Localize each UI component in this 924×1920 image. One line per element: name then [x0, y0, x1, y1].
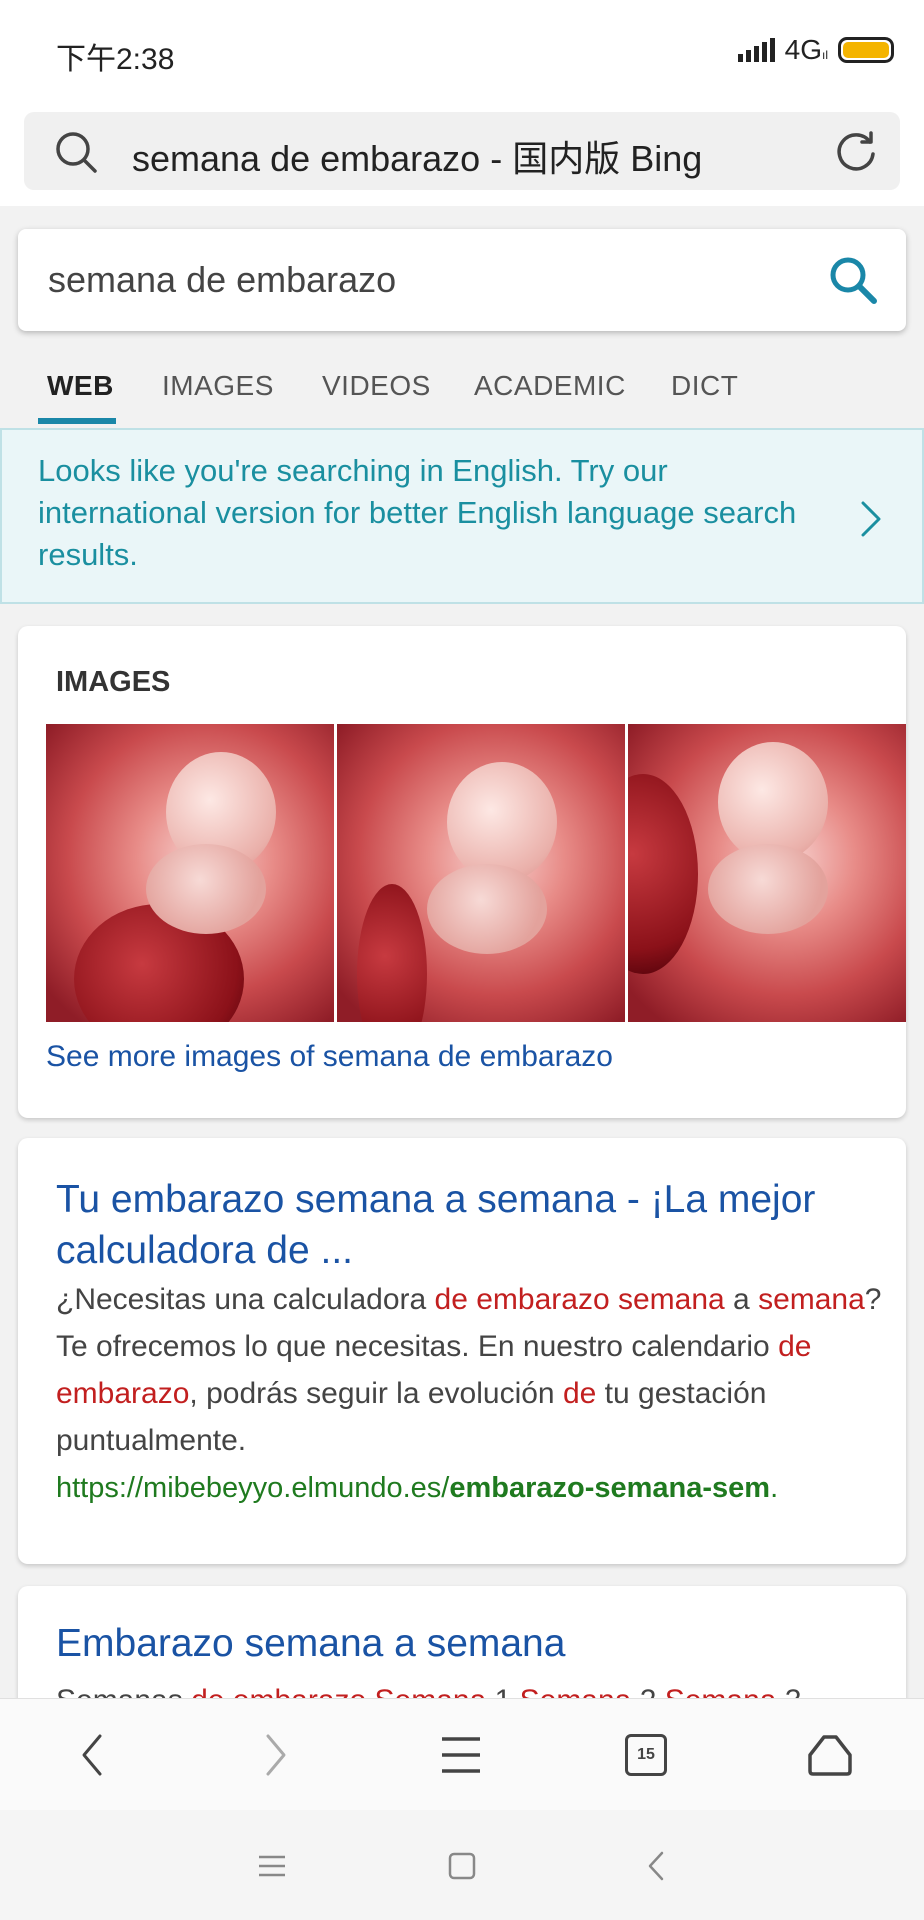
- signal-icon: [737, 38, 775, 62]
- address-bar[interactable]: semana de embarazo - 国内版 Bing: [24, 112, 900, 190]
- active-tab-indicator: [38, 418, 116, 424]
- network-type: 4Gıl: [785, 34, 828, 66]
- battery-icon: [838, 37, 894, 63]
- international-version-notice[interactable]: Looks like you're searching in English. …: [0, 428, 924, 604]
- chevron-left-icon: [82, 1734, 102, 1776]
- url-path: embarazo-semana-sem: [449, 1472, 771, 1504]
- status-bar: 下午2:38 4Gıl: [0, 0, 924, 100]
- search-input[interactable]: semana de embarazo: [48, 259, 396, 301]
- address-text[interactable]: semana de embarazo - 国内版 Bing: [132, 130, 702, 182]
- home-nav-button[interactable]: [442, 1846, 482, 1886]
- image-thumbnail[interactable]: [46, 724, 334, 1022]
- menu-button[interactable]: [431, 1725, 491, 1785]
- snippet-text: a: [724, 1283, 759, 1316]
- home-button[interactable]: [800, 1725, 860, 1785]
- chevron-right-icon: [266, 1734, 286, 1776]
- result-url[interactable]: https://mibebeyyo.elmundo.es/embarazo-se…: [56, 1468, 886, 1508]
- image-thumbnail[interactable]: [337, 724, 625, 1022]
- address-bar-container: semana de embarazo - 国内版 Bing: [0, 100, 924, 206]
- tab-count-icon: 15: [625, 1734, 667, 1776]
- images-card: IMAGES See more images of semana de emba…: [18, 626, 906, 1118]
- refresh-icon[interactable]: [834, 130, 878, 174]
- tab-web[interactable]: WEB: [47, 370, 114, 402]
- square-icon: [448, 1852, 476, 1880]
- status-time: 下午2:38: [56, 43, 175, 76]
- url-domain: https://mibebeyyo.elmundo.es/: [56, 1472, 450, 1504]
- see-more-images-link[interactable]: See more images of semana de embarazo: [46, 1040, 613, 1074]
- chevron-left-icon: [648, 1851, 664, 1881]
- status-icons: 4Gıl: [737, 34, 894, 66]
- network-sub-label: ıl: [822, 48, 828, 62]
- images-header: IMAGES: [56, 666, 171, 698]
- result-title[interactable]: Embarazo semana a semana: [56, 1622, 565, 1666]
- search-button-icon[interactable]: [826, 253, 880, 307]
- search-icon: [56, 132, 97, 173]
- tab-academic[interactable]: ACADEMIC: [474, 370, 626, 402]
- home-icon: [808, 1735, 852, 1776]
- notice-text: Looks like you're searching in English. …: [38, 453, 797, 572]
- tab-dict[interactable]: DICT: [671, 370, 738, 402]
- tabs-button[interactable]: 15: [616, 1725, 676, 1785]
- system-nav-bar: [0, 1810, 924, 1920]
- snippet-highlight: de: [562, 1377, 597, 1410]
- image-thumbnails: [46, 724, 906, 1022]
- forward-button[interactable]: [246, 1725, 306, 1785]
- search-result: Tu embarazo semana a semana - ¡La mejor …: [18, 1138, 906, 1564]
- url-tail: .: [770, 1472, 779, 1504]
- back-nav-button[interactable]: [636, 1846, 676, 1886]
- result-title[interactable]: Tu embarazo semana a semana - ¡La mejor …: [56, 1174, 876, 1276]
- snippet-highlight: semana: [758, 1283, 865, 1316]
- menu-icon: [259, 1855, 285, 1877]
- result-snippet: ¿Necesitas una calculadora de embarazo s…: [56, 1276, 886, 1464]
- menu-icon: [442, 1737, 480, 1773]
- chevron-right-icon: [861, 501, 881, 537]
- recents-button[interactable]: [252, 1846, 292, 1886]
- snippet-text: , podrás seguir la evolución: [189, 1377, 563, 1410]
- browser-toolbar: 15: [0, 1698, 924, 1810]
- search-tabs: WEB IMAGES VIDEOS ACADEMIC DICT: [0, 360, 924, 424]
- back-button[interactable]: [62, 1725, 122, 1785]
- snippet-highlight: de embarazo semana: [434, 1283, 725, 1316]
- image-thumbnail[interactable]: [628, 724, 906, 1022]
- search-box[interactable]: semana de embarazo: [18, 229, 906, 331]
- tab-videos[interactable]: VIDEOS: [322, 370, 431, 402]
- network-label: 4G: [784, 34, 822, 65]
- snippet-text: ¿Necesitas una calculadora: [56, 1283, 435, 1316]
- tab-images[interactable]: IMAGES: [162, 370, 274, 402]
